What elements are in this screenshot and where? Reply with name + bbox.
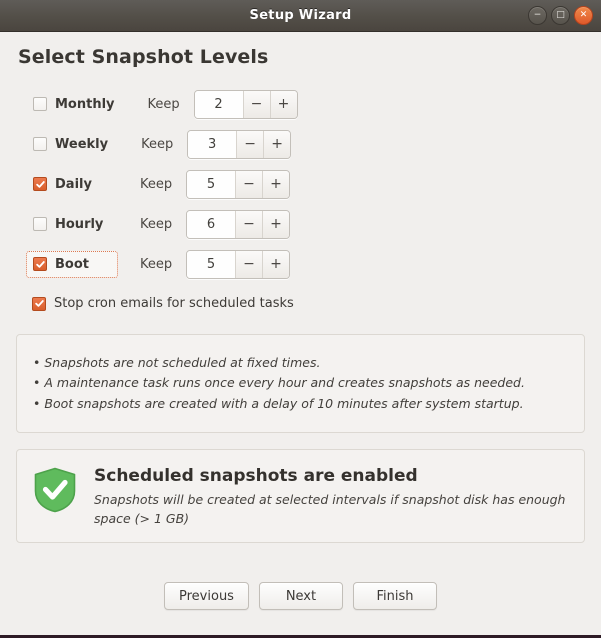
checkbox-monthly[interactable]: Monthly — [26, 91, 126, 118]
status-panel: Scheduled snapshots are enabled Snapshot… — [16, 448, 585, 544]
spinner-monthly[interactable]: 2 − + — [193, 89, 298, 119]
minimize-icon: − — [533, 10, 542, 20]
checkbox-daily[interactable]: Daily — [26, 171, 118, 198]
level-row-daily: Daily Keep 5 − + — [26, 164, 585, 204]
check-icon — [35, 260, 45, 268]
wizard-content: Select Snapshot Levels Monthly Keep 2 − … — [0, 32, 601, 635]
keep-label-hourly: Keep — [140, 216, 173, 232]
level-row-weekly: Weekly Keep 3 − + — [26, 124, 585, 164]
window-title: Setup Wizard — [249, 8, 352, 23]
spinner-weekly[interactable]: 3 − + — [187, 129, 292, 159]
keep-label-monthly: Keep — [147, 96, 180, 112]
keep-label-boot: Keep — [140, 256, 173, 272]
spinner-boot-increment[interactable]: + — [262, 250, 289, 278]
checkbox-daily-box — [33, 177, 47, 191]
checkbox-stop-cron-emails-box — [32, 296, 46, 311]
note-item: • Snapshots are not scheduled at fixed ti… — [33, 353, 568, 373]
checkbox-weekly[interactable]: Weekly — [26, 131, 119, 158]
spinner-hourly-decrement[interactable]: − — [236, 210, 262, 238]
level-row-boot: Boot Keep 5 − + — [26, 244, 585, 284]
close-button[interactable]: ✕ — [574, 6, 593, 25]
finish-button[interactable]: Finish — [352, 582, 437, 610]
level-label-weekly: Weekly — [55, 136, 109, 152]
bullet-icon: • — [33, 395, 41, 411]
spinner-hourly-increment[interactable]: + — [262, 210, 289, 238]
note-item: • Boot snapshots are created with a delay… — [33, 394, 568, 414]
spinner-boot-decrement[interactable]: − — [236, 250, 262, 278]
spinner-hourly[interactable]: 6 − + — [186, 209, 290, 239]
level-label-boot: Boot — [55, 256, 89, 272]
level-label-monthly: Monthly — [55, 96, 115, 112]
maximize-icon: □ — [556, 10, 565, 20]
note-text: Snapshots are not scheduled at fixed tim… — [44, 355, 321, 370]
status-text-group: Scheduled snapshots are enabled Snapshot… — [94, 464, 568, 529]
checkbox-boot[interactable]: Boot — [26, 250, 118, 278]
checkbox-monthly-box — [33, 97, 47, 111]
snapshot-levels-list: Monthly Keep 2 − + Weekly Keep 3 − + Dai… — [26, 84, 585, 284]
spinner-boot[interactable]: 5 − + — [186, 249, 290, 279]
status-title: Scheduled snapshots are enabled — [94, 465, 418, 486]
spinner-daily-value[interactable]: 5 — [187, 170, 236, 198]
bullet-icon: • — [33, 375, 41, 391]
wizard-footer: Previous Next Finish — [16, 582, 585, 635]
next-button[interactable]: Next — [258, 582, 343, 610]
spinner-weekly-value[interactable]: 3 — [188, 130, 238, 158]
level-label-daily: Daily — [55, 176, 92, 192]
spinner-weekly-increment[interactable]: + — [263, 130, 291, 158]
checkbox-stop-cron-emails[interactable]: Stop cron emails for scheduled tasks — [32, 296, 585, 311]
previous-button[interactable]: Previous — [164, 582, 249, 610]
spinner-daily-decrement[interactable]: − — [236, 170, 262, 198]
checkbox-boot-box — [33, 257, 47, 271]
spinner-monthly-decrement[interactable]: − — [243, 90, 270, 118]
note-text: Boot snapshots are created with a delay … — [44, 395, 524, 411]
checkbox-weekly-box — [33, 137, 47, 151]
level-row-monthly: Monthly Keep 2 − + — [26, 84, 585, 124]
note-item: • A maintenance task runs once every hour… — [33, 373, 568, 393]
check-icon — [34, 300, 44, 307]
spinner-monthly-value[interactable]: 2 — [194, 90, 244, 118]
spinner-daily-increment[interactable]: + — [262, 170, 289, 198]
page-title: Select Snapshot Levels — [18, 46, 269, 68]
level-label-hourly: Hourly — [55, 216, 104, 232]
check-icon — [35, 180, 45, 188]
window-controls: − □ ✕ — [528, 0, 593, 31]
keep-label-daily: Keep — [140, 176, 173, 192]
checkbox-stop-cron-emails-label: Stop cron emails for scheduled tasks — [54, 296, 294, 311]
spinner-hourly-value[interactable]: 6 — [187, 210, 236, 238]
note-text: A maintenance task runs once every hour … — [44, 375, 525, 391]
shield-check-icon — [34, 467, 76, 513]
status-description: Snapshots will be created at selected in… — [94, 491, 566, 526]
window-titlebar: Setup Wizard − □ ✕ — [0, 0, 601, 32]
close-icon: ✕ — [579, 10, 588, 20]
maximize-button[interactable]: □ — [551, 6, 570, 25]
notes-panel: • Snapshots are not scheduled at fixed ti… — [16, 334, 585, 433]
spinner-daily[interactable]: 5 − + — [186, 169, 290, 199]
spinner-weekly-decrement[interactable]: − — [237, 130, 264, 158]
spinner-boot-value[interactable]: 5 — [187, 250, 236, 278]
level-row-hourly: Hourly Keep 6 − + — [26, 204, 585, 244]
keep-label-weekly: Keep — [141, 136, 174, 152]
spinner-monthly-increment[interactable]: + — [269, 90, 297, 118]
checkbox-hourly-box — [33, 217, 47, 231]
setup-wizard-window: Setup Wizard − □ ✕ Select Snapshot Level… — [0, 0, 601, 638]
checkbox-hourly[interactable]: Hourly — [26, 211, 118, 238]
minimize-button[interactable]: − — [528, 6, 547, 25]
bullet-icon: • — [33, 355, 41, 370]
